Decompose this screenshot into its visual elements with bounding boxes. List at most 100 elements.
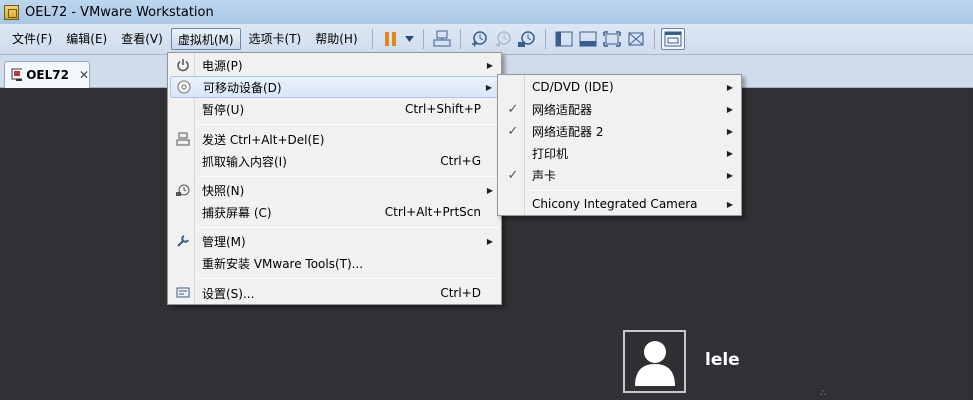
menu-item-sound-card[interactable]: ✓ 声卡 ▶ xyxy=(500,164,739,186)
pause-dropdown-button[interactable] xyxy=(403,28,417,50)
show-library-button[interactable] xyxy=(552,28,576,50)
show-thumbnail-bar-button[interactable] xyxy=(576,28,600,50)
take-snapshot-button[interactable] xyxy=(467,28,491,50)
send-ctrl-alt-del-button[interactable] xyxy=(430,28,454,50)
menu-separator xyxy=(528,190,739,191)
toolbar-separator xyxy=(653,29,655,49)
vm-menu: 电源(P) ▶ 可移动设备(D) ▶ 暂停(U) Ctrl+Shift+P 发送… xyxy=(167,52,502,305)
submenu-arrow-icon: ▶ xyxy=(726,148,733,158)
menu-item-label: 电源(P) xyxy=(202,58,243,73)
menu-item-shortcut: Ctrl+G xyxy=(440,154,481,168)
menu-item-shortcut: Ctrl+D xyxy=(440,286,481,300)
toolbar-separator xyxy=(544,29,546,49)
menu-item-network-adapter-2[interactable]: ✓ 网络适配器 2 ▶ xyxy=(500,120,739,142)
menu-separator xyxy=(198,176,499,177)
menu-view[interactable]: 查看(V) xyxy=(115,28,169,50)
menu-item-grab-input[interactable]: 抓取输入内容(I) Ctrl+G xyxy=(170,150,499,172)
full-screen-icon xyxy=(602,31,621,47)
menu-item-label: 抓取输入内容(I) xyxy=(202,154,287,169)
vmware-app-icon xyxy=(4,4,19,20)
tab-label: OEL72 xyxy=(26,68,69,82)
unity-button[interactable] xyxy=(624,28,648,50)
submenu-arrow-icon: ▶ xyxy=(726,82,733,92)
vm-tab-icon xyxy=(11,68,23,81)
menu-separator xyxy=(198,227,499,228)
keyboard-icon xyxy=(433,30,451,47)
submenu-arrow-icon: ▶ xyxy=(726,170,733,180)
checkmark-icon: ✓ xyxy=(507,123,519,139)
menu-item-power[interactable]: 电源(P) ▶ xyxy=(170,54,499,76)
menu-item-settings[interactable]: 设置(S)... Ctrl+D xyxy=(170,282,499,304)
menu-help[interactable]: 帮助(H) xyxy=(309,28,363,50)
user-silhouette-icon xyxy=(634,340,675,386)
menu-item-label: 重新安装 VMware Tools(T)... xyxy=(202,256,364,271)
menu-item-reinstall-tools[interactable]: 重新安装 VMware Tools(T)... xyxy=(170,252,499,274)
menu-item-label: 网络适配器 2 xyxy=(532,124,604,139)
menu-item-printer[interactable]: 打印机 ▶ xyxy=(500,142,739,164)
menu-item-label: 声卡 xyxy=(532,168,557,183)
settings-icon xyxy=(175,285,191,301)
window-title: OEL72 - VMware Workstation xyxy=(25,4,214,20)
menu-item-label: Chicony Integrated Camera xyxy=(532,197,698,211)
menu-item-network-adapter[interactable]: ✓ 网络适配器 ▶ xyxy=(500,98,739,120)
submenu-arrow-icon: ▶ xyxy=(486,185,493,195)
menu-item-cd-dvd[interactable]: CD/DVD (IDE) ▶ xyxy=(500,76,739,98)
disc-icon xyxy=(176,79,192,95)
menu-item-label: 暂停(U) xyxy=(202,102,245,117)
submenu-arrow-icon: ▶ xyxy=(726,104,733,114)
menu-vm[interactable]: 虚拟机(M) xyxy=(170,28,241,50)
menu-item-camera[interactable]: Chicony Integrated Camera ▶ xyxy=(500,193,739,215)
revert-snapshot-button[interactable] xyxy=(491,28,515,50)
login-username[interactable]: lele xyxy=(705,350,740,370)
submenu-arrow-icon: ▶ xyxy=(486,236,493,246)
library-panel-icon xyxy=(555,31,573,47)
menu-item-label: 捕获屏幕 (C) xyxy=(202,205,272,220)
submenu-arrow-icon: ▶ xyxy=(726,126,733,136)
submenu-arrow-icon: ▶ xyxy=(726,199,733,209)
console-view-icon xyxy=(664,31,682,47)
menu-edit[interactable]: 编辑(E) xyxy=(60,28,113,50)
pause-button[interactable] xyxy=(379,28,403,50)
snapshot-take-icon xyxy=(471,31,487,47)
toolbar-separator xyxy=(371,29,373,49)
submenu-arrow-icon: ▶ xyxy=(486,60,493,70)
user-avatar[interactable] xyxy=(623,330,686,393)
menu-bar: 文件(F) 编辑(E) 查看(V) 虚拟机(M) 选项卡(T) 帮助(H) xyxy=(0,24,973,55)
snapshot-manager-button[interactable] xyxy=(515,28,539,50)
toolbar-separator xyxy=(459,29,461,49)
menu-item-send-ctrl-alt-del[interactable]: 发送 Ctrl+Alt+Del(E) xyxy=(170,128,499,150)
menu-separator xyxy=(198,278,499,279)
menu-item-pause[interactable]: 暂停(U) Ctrl+Shift+P xyxy=(170,98,499,120)
tab-vm[interactable]: OEL72 ✕ xyxy=(4,61,90,88)
menu-file[interactable]: 文件(F) xyxy=(6,28,58,50)
menu-item-label: 打印机 xyxy=(532,146,569,161)
menu-item-shortcut: Ctrl+Shift+P xyxy=(405,102,481,116)
close-icon[interactable]: ✕ xyxy=(79,68,89,82)
menu-item-capture-screen[interactable]: 捕获屏幕 (C) Ctrl+Alt+PrtScn xyxy=(170,201,499,223)
snapshot-icon xyxy=(175,182,191,198)
menu-item-label: 可移动设备(D) xyxy=(203,80,282,95)
menu-item-label: 设置(S)... xyxy=(202,286,255,301)
menu-item-label: 网络适配器 xyxy=(532,102,593,117)
console-view-button[interactable] xyxy=(660,28,685,50)
menu-item-snapshot[interactable]: 快照(N) ▶ xyxy=(170,179,499,201)
menu-item-removable-devices[interactable]: 可移动设备(D) ▶ xyxy=(170,76,499,98)
menu-item-label: 发送 Ctrl+Alt+Del(E) xyxy=(202,132,325,147)
chevron-down-icon xyxy=(405,36,415,42)
submenu-arrow-icon: ▶ xyxy=(485,82,492,92)
snapshot-manager-icon xyxy=(517,31,535,47)
unity-icon xyxy=(628,32,644,46)
menu-item-manage[interactable]: 管理(M) ▶ xyxy=(170,230,499,252)
title-bar: OEL72 - VMware Workstation xyxy=(0,0,973,24)
toolbar-separator xyxy=(422,29,424,49)
menu-tabs[interactable]: 选项卡(T) xyxy=(243,28,308,50)
checkmark-icon: ✓ xyxy=(507,167,519,183)
pause-icon xyxy=(384,32,396,46)
menu-item-shortcut: Ctrl+Alt+PrtScn xyxy=(384,205,481,219)
full-screen-button[interactable] xyxy=(600,28,624,50)
keyboard-icon xyxy=(175,131,191,147)
menu-item-label: 快照(N) xyxy=(202,183,245,198)
menu-separator xyxy=(198,124,499,125)
checkmark-icon: ✓ xyxy=(507,101,519,117)
menu-item-label: 管理(M) xyxy=(202,234,246,249)
